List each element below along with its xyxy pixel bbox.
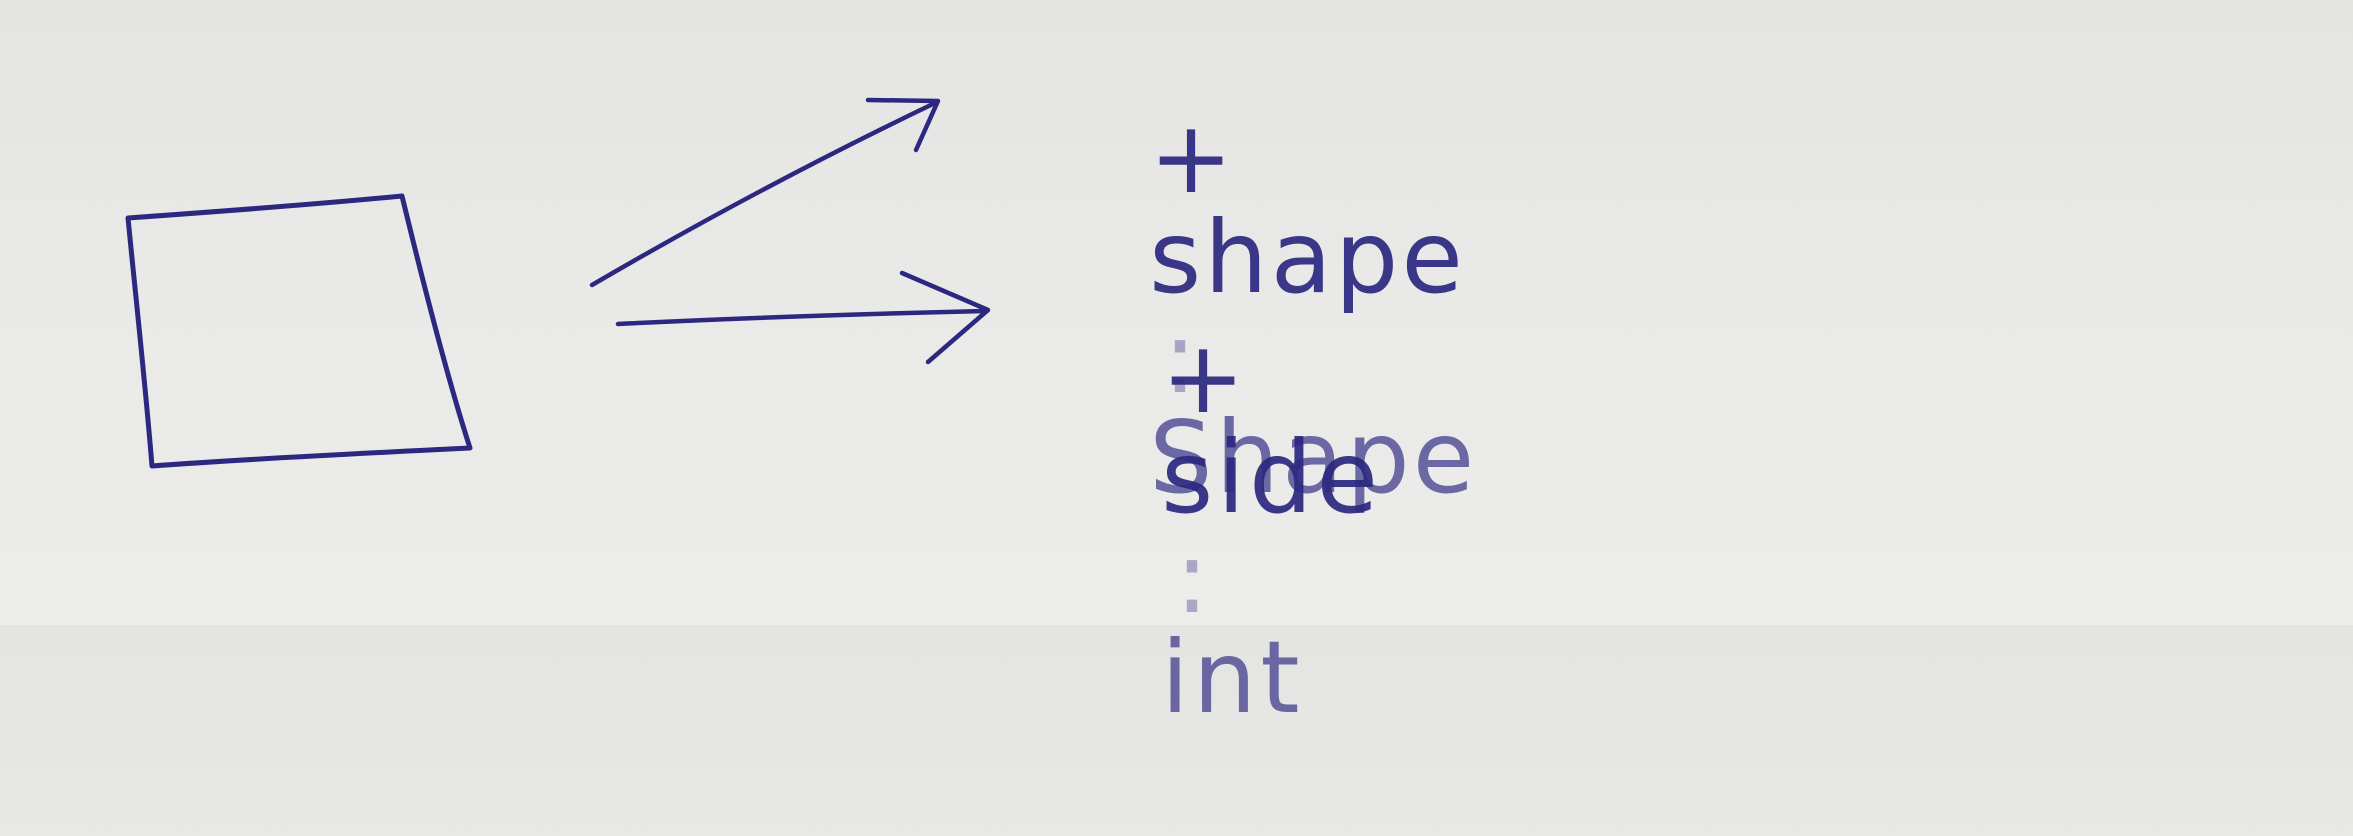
square-shape <box>125 193 473 469</box>
arrow-line-shape <box>589 100 938 288</box>
arrow-head-side <box>899 270 991 365</box>
association-arrow-shape <box>589 97 941 288</box>
attribute-side-type: int <box>1161 619 1304 736</box>
attribute-side: + side : int <box>1018 228 1382 828</box>
arrow-line-side <box>615 308 988 327</box>
whiteboard: + shape : Shape + side : int <box>0 0 2353 728</box>
association-arrow-side <box>615 270 991 365</box>
